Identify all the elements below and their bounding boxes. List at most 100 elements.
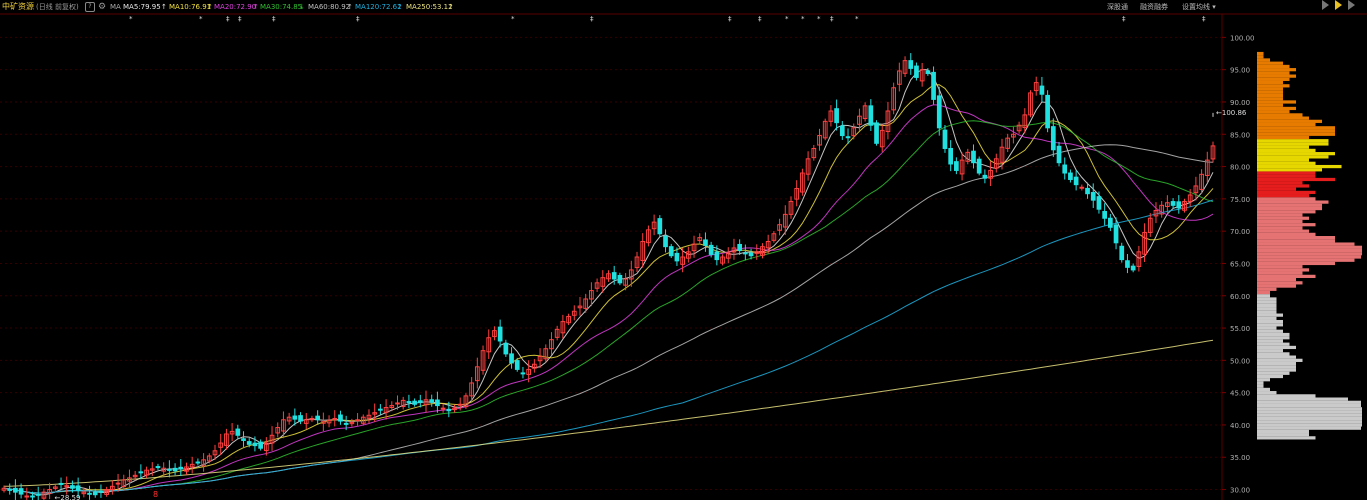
candle-body [378,408,383,411]
volume-profile-bar [1257,436,1316,440]
candles [1,53,1216,500]
candle-body [954,161,959,171]
candle-body [1096,196,1102,210]
candle-body [908,60,914,69]
volume-profile-bar [1257,164,1342,169]
candle-body [1090,192,1096,201]
candle-body [748,252,754,257]
volume-profile-bar [1257,110,1290,114]
candle-body [668,246,674,257]
volume-profile-bar [1257,68,1296,72]
volume-profile-bar [1257,332,1290,337]
y-tick-label: 65.00 [1230,260,1250,268]
candle-body [874,122,879,144]
candle-body [98,490,104,493]
ma-line-10 [3,84,1214,494]
event-marker: * [801,15,805,23]
y-tick-label: 45.00 [1230,390,1250,398]
event-marker: * [785,15,789,23]
volume-profile-bar [1257,361,1296,366]
volume-profile-bar [1257,326,1277,330]
volume-profile-bar [1257,387,1270,392]
event-marker: ‡ [728,15,732,23]
candle-body [315,415,321,421]
volume-profile-bar [1257,187,1296,191]
volume-profile-bar [1257,236,1335,240]
volume-profile-bar [1257,116,1309,120]
volume-profile-bar [1257,200,1329,204]
event-marker: ‡ [238,15,242,23]
volume-profile-bar [1257,155,1329,159]
candle-body [925,70,931,75]
candle-body [617,274,623,284]
event-marker: * [817,15,821,23]
volume-profile-bar [1257,148,1316,153]
volume-profile-bar [1257,103,1283,107]
candle-body [674,252,680,262]
volume-profile-bar [1257,319,1283,324]
volume-profile-bar [1257,168,1322,172]
candle-body [509,353,514,364]
volume-profile-bar [1257,365,1296,369]
volume-profile-bar [1257,352,1290,356]
y-tick-label: 60.00 [1230,293,1250,301]
volume-profile-bar [1257,245,1362,249]
volume-profile-bar [1257,190,1316,195]
volume-profile-bar [1257,371,1290,375]
y-tick-label: 90.00 [1230,99,1250,107]
volume-profile-bar [1257,394,1316,398]
candle-body [1050,126,1056,151]
candle-body [258,441,263,449]
volume-profile-bar [1257,55,1264,59]
event-marker: ‡ [830,15,834,23]
volume-profile-bar [1257,97,1283,101]
volume-profile-bar [1257,129,1335,133]
volume-profile-bar [1257,420,1362,424]
volume-profile-bar [1257,268,1309,272]
candle-body [1113,224,1119,244]
candle-body [235,428,241,436]
candle-body [703,239,708,246]
volume-profile-bar [1257,132,1335,136]
candle-body [982,174,988,179]
y-tick-label: 50.00 [1230,357,1250,365]
volume-profile-bar [1257,329,1283,333]
volume-profile-bar [1257,80,1283,85]
candle-body [435,399,440,407]
volume-profile-bar [1257,358,1303,362]
candle-body [942,129,948,149]
volume-profile-bar [1257,210,1316,214]
y-tick-label: 85.00 [1230,131,1250,139]
candle-body [457,403,463,406]
candle-body [1073,176,1079,186]
candle-body [292,415,298,420]
candle-body [1045,94,1050,129]
candle-body [178,466,184,470]
candle-body [75,485,81,491]
volume-profile-bar [1257,349,1283,353]
volume-profile-bar [1257,381,1264,385]
volume-profile-bar [1257,113,1303,117]
candle-body [514,360,520,370]
candle-body [743,252,748,255]
volume-profile-bar [1257,261,1335,266]
volume-profile-bar [1257,265,1303,269]
event-marker: ‡ [590,15,594,23]
volume-profile-bar [1257,342,1290,346]
candle-body [948,147,954,165]
volume-profile-bar [1257,122,1316,127]
candle-body [252,442,258,447]
candle-body [611,272,617,280]
volume-profile-bar [1257,290,1270,295]
candle-body [155,466,161,469]
candle-body [195,461,201,464]
signal-marker: 8 [153,490,158,499]
price-axis: 100.00 95.00 90.00 85.00 80.00 75.00 70.00 65.0… [1230,34,1255,494]
candle-body [1125,260,1130,268]
event-marker: * [855,15,859,23]
event-marker: * [129,15,133,23]
volume-profile-bar [1257,184,1309,188]
candlestick-chart[interactable]: 100.00 95.00 90.00 85.00 80.00 75.00 70.00 65.0… [0,0,1367,500]
ma-line-250 [3,339,1214,487]
candle-body [497,326,503,342]
